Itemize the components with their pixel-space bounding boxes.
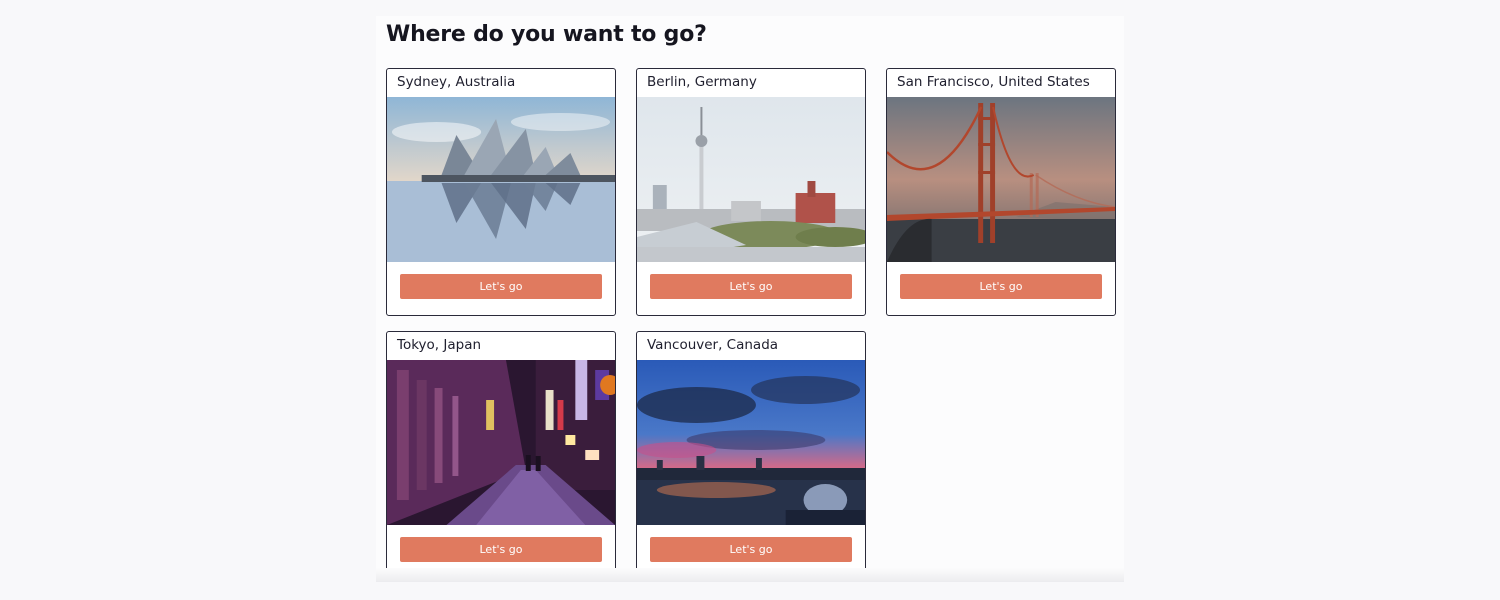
destination-card-san-francisco: San Francisco, United States Let's go — [886, 68, 1116, 316]
destination-card-tokyo: Tokyo, Japan Let's go — [386, 331, 616, 579]
page-title: Where do you want to go? — [386, 22, 707, 47]
destinations-panel: Where do you want to go? Sydney, Austral… — [376, 16, 1124, 582]
panel-bottom-edge — [376, 568, 1124, 582]
sydney-opera-house-image — [387, 97, 615, 262]
destination-card-berlin: Berlin, Germany Let's go — [636, 68, 866, 316]
card-title: Sydney, Australia — [397, 74, 516, 90]
destination-card-vancouver: Vancouver, Canada Let's go — [636, 331, 866, 579]
card-title: Vancouver, Canada — [647, 337, 779, 353]
lets-go-button[interactable]: Let's go — [650, 537, 852, 562]
destination-card-sydney: Sydney, Australia Let's go — [386, 68, 616, 316]
golden-gate-bridge-image — [887, 97, 1115, 262]
lets-go-button[interactable]: Let's go — [400, 274, 602, 299]
card-title: Tokyo, Japan — [397, 337, 482, 353]
berlin-tv-tower-image — [637, 97, 865, 262]
tokyo-night-street-image — [387, 360, 615, 525]
vancouver-sunset-skyline-image — [637, 360, 865, 525]
card-title: Berlin, Germany — [647, 74, 757, 90]
lets-go-button[interactable]: Let's go — [900, 274, 1102, 299]
lets-go-button[interactable]: Let's go — [400, 537, 602, 562]
lets-go-button[interactable]: Let's go — [650, 274, 852, 299]
card-title: San Francisco, United States — [897, 74, 1090, 90]
